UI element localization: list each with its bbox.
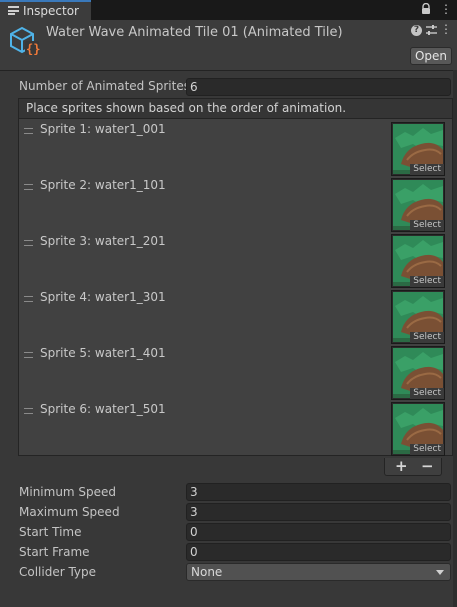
sprite-list-body: Sprite 1: water1_001 Select Sprite 2: wa…: [19, 119, 452, 456]
start-time-field[interactable]: 0: [186, 523, 451, 541]
header-menu-icon[interactable]: ⋮: [440, 22, 452, 36]
list-item[interactable]: Sprite 3: water1_201 Select: [19, 231, 452, 288]
drag-handle-icon[interactable]: [24, 184, 33, 190]
start-frame-field[interactable]: 0: [186, 543, 451, 561]
svg-text:{}: {}: [26, 42, 40, 56]
remove-sprite-button[interactable]: −: [421, 457, 434, 475]
sprite-label: Sprite 3: water1_201: [40, 234, 166, 248]
min-speed-label: Minimum Speed: [19, 485, 117, 499]
select-sprite-button[interactable]: Select: [410, 276, 444, 287]
start-time-label: Start Time: [19, 525, 82, 539]
select-sprite-button[interactable]: Select: [410, 388, 444, 399]
asset-title: Water Wave Animated Tile 01 (Animated Ti…: [46, 25, 343, 40]
sprite-label: Sprite 2: water1_101: [40, 178, 166, 192]
list-footer: + −: [384, 457, 442, 476]
sprite-list-header: Place sprites shown based on the order o…: [19, 99, 452, 119]
sprite-label: Sprite 5: water1_401: [40, 346, 166, 360]
sprite-thumbnail[interactable]: Select: [391, 290, 445, 344]
sprite-label: Sprite 6: water1_501: [40, 402, 166, 416]
drag-handle-icon[interactable]: [24, 352, 33, 358]
start-frame-label: Start Frame: [19, 545, 90, 559]
sprite-thumbnail[interactable]: Select: [391, 234, 445, 288]
list-item[interactable]: Sprite 1: water1_001 Select: [19, 119, 452, 176]
tab-label: Inspector: [23, 4, 79, 18]
dropdown-arrow-icon: [436, 570, 444, 575]
help-icon[interactable]: ?: [411, 25, 422, 36]
scrollbar[interactable]: [453, 70, 457, 607]
tab-inspector[interactable]: Inspector: [0, 0, 91, 20]
collider-type-value: None: [191, 565, 223, 579]
drag-handle-icon[interactable]: [24, 408, 33, 414]
add-sprite-button[interactable]: +: [395, 457, 408, 475]
sprite-list: Place sprites shown based on the order o…: [18, 98, 453, 456]
tab-menu-icon[interactable]: ⋮: [440, 2, 452, 16]
drag-handle-icon[interactable]: [24, 296, 33, 302]
collider-type-dropdown[interactable]: None: [186, 563, 451, 581]
sprite-count-field[interactable]: 6: [186, 78, 451, 96]
animated-tile-icon: {}: [10, 26, 40, 56]
open-button[interactable]: Open: [410, 47, 452, 65]
collider-type-label: Collider Type: [19, 565, 97, 579]
sprite-count-label: Number of Animated Sprites: [19, 79, 190, 93]
list-item[interactable]: Sprite 2: water1_101 Select: [19, 175, 452, 232]
select-sprite-button[interactable]: Select: [410, 444, 444, 455]
tab-bar: Inspector ⋮: [0, 0, 457, 20]
drag-handle-icon[interactable]: [24, 240, 33, 246]
sprite-label: Sprite 1: water1_001: [40, 122, 166, 136]
sprite-thumbnail[interactable]: Select: [391, 178, 445, 232]
sprite-label: Sprite 4: water1_301: [40, 290, 166, 304]
drag-handle-icon[interactable]: [24, 128, 33, 134]
inspector-header: {} Water Wave Animated Tile 01 (Animated…: [0, 20, 457, 71]
list-item[interactable]: Sprite 5: water1_401 Select: [19, 343, 452, 400]
inspector-icon: [8, 6, 19, 15]
select-sprite-button[interactable]: Select: [410, 220, 444, 231]
max-speed-label: Maximum Speed: [19, 505, 120, 519]
sprite-list-instructions: Place sprites shown based on the order o…: [26, 101, 347, 115]
list-item[interactable]: Sprite 6: water1_501 Select: [19, 399, 452, 456]
preset-sliders-icon[interactable]: [426, 24, 437, 36]
select-sprite-button[interactable]: Select: [410, 164, 444, 175]
lock-icon[interactable]: [421, 3, 431, 15]
select-sprite-button[interactable]: Select: [410, 332, 444, 343]
sprite-thumbnail[interactable]: Select: [391, 346, 445, 400]
max-speed-field[interactable]: 3: [186, 503, 451, 521]
min-speed-field[interactable]: 3: [186, 483, 451, 501]
sprite-thumbnail[interactable]: Select: [391, 122, 445, 176]
list-item[interactable]: Sprite 4: water1_301 Select: [19, 287, 452, 344]
sprite-thumbnail[interactable]: Select: [391, 402, 445, 456]
